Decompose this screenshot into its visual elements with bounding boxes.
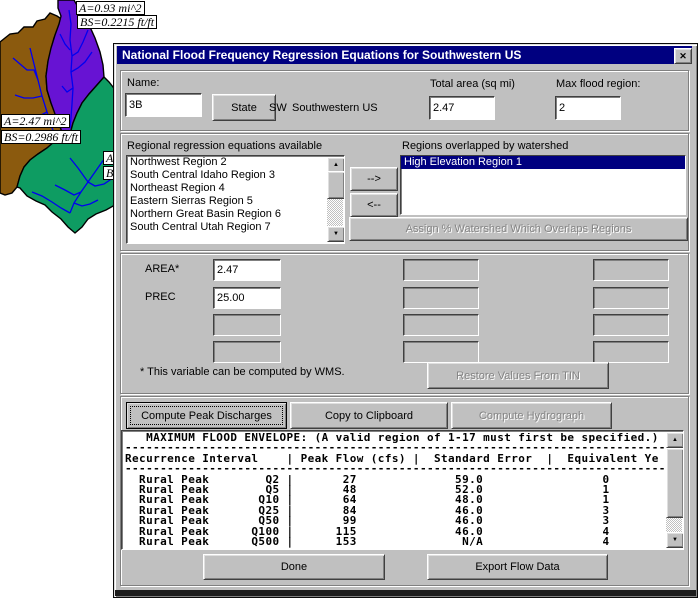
assign-percent-label: Assign % Watershed Which Overlaps Region… xyxy=(406,223,632,235)
output-scrollbar[interactable]: ▲ ▼ xyxy=(666,432,682,548)
name-input[interactable] xyxy=(125,93,202,117)
wms-note: * This variable can be computed by WMS. xyxy=(140,366,345,378)
flood-envelope-output[interactable]: MAXIMUM FLOOD ENVELOPE: (A valid region … xyxy=(121,430,684,550)
scrollbar-thumb[interactable] xyxy=(327,171,345,199)
screen: A=0.93 mi^2 BS=0.2215 ft/ft A=2.47 mi^2 … xyxy=(0,0,700,600)
max-flood-region-input[interactable] xyxy=(555,96,621,120)
empty-variable-field xyxy=(403,287,479,309)
move-right-button[interactable]: --> xyxy=(350,167,398,191)
name-label: Name: xyxy=(127,77,159,89)
scroll-down-icon[interactable]: ▼ xyxy=(666,532,684,548)
close-button[interactable]: ✕ xyxy=(674,48,692,64)
list-item-selected[interactable]: High Elevation Region 1 xyxy=(401,156,685,169)
move-left-button[interactable]: <-- xyxy=(350,193,398,217)
overlapped-regions-listbox[interactable]: High Elevation Region 1 xyxy=(400,155,686,215)
list-item[interactable]: Eastern Sierras Region 5 xyxy=(127,195,327,208)
title-bar[interactable]: National Flood Frequency Regression Equa… xyxy=(117,46,692,64)
state-code: SW xyxy=(269,102,287,114)
map-label-basin-area: A=2.47 mi^2 xyxy=(1,114,70,128)
nff-regression-dialog: National Flood Frequency Regression Equa… xyxy=(113,43,698,598)
scroll-up-glyph: ▲ xyxy=(672,437,678,443)
total-area-input[interactable] xyxy=(429,96,495,120)
scroll-down-icon[interactable]: ▼ xyxy=(327,226,345,242)
list-item[interactable]: Northern Great Basin Region 6 xyxy=(127,208,327,221)
available-regions-listbox[interactable]: Northwest Region 2 South Central Idaho R… xyxy=(126,155,345,244)
prec-variable-label: PREC xyxy=(145,291,176,303)
move-right-arrow-icon: --> xyxy=(367,173,381,185)
empty-variable-field xyxy=(403,259,479,281)
area-variable-label: AREA* xyxy=(145,263,179,275)
state-name: Southwestern US xyxy=(292,102,378,114)
scroll-down-glyph: ▼ xyxy=(333,231,339,237)
available-regions-label: Regional regression equations available xyxy=(127,140,322,152)
area-value-input[interactable] xyxy=(213,259,281,281)
dialog-bottom-border xyxy=(115,590,696,596)
list-item[interactable]: South Central Idaho Region 3 xyxy=(127,169,327,182)
state-button[interactable]: State xyxy=(212,94,276,121)
output-line: Rural Peak Q500 | 153 N/A 4 xyxy=(125,535,610,548)
done-label: Done xyxy=(281,561,307,573)
empty-variable-field xyxy=(403,314,479,336)
compute-peak-label: Compute Peak Discharges xyxy=(141,410,272,422)
empty-variable-field xyxy=(403,341,479,363)
dialog-title: National Flood Frequency Regression Equa… xyxy=(122,48,521,62)
map-label-upper-slope: BS=0.2215 ft/ft xyxy=(77,15,157,29)
list-item[interactable]: Northeast Region 4 xyxy=(127,182,327,195)
map-label-upper-area: A=0.93 mi^2 xyxy=(76,1,145,15)
compute-peak-discharges-button[interactable]: Compute Peak Discharges xyxy=(126,402,287,429)
prec-value-input[interactable] xyxy=(213,287,281,309)
compute-hydrograph-button[interactable]: Compute Hydrograph xyxy=(451,402,612,429)
available-regions-scrollbar[interactable]: ▲ ▼ xyxy=(327,157,343,242)
empty-variable-field xyxy=(593,259,669,281)
close-icon: ✕ xyxy=(679,51,687,62)
empty-variable-field xyxy=(213,341,281,363)
empty-variable-field xyxy=(213,314,281,336)
scrollbar-thumb[interactable] xyxy=(666,448,684,518)
scroll-up-icon[interactable]: ▲ xyxy=(666,432,684,448)
empty-variable-field xyxy=(593,314,669,336)
overlapped-regions-label: Regions overlapped by watershed xyxy=(402,140,568,152)
empty-variable-field xyxy=(593,341,669,363)
export-flow-label: Export Flow Data xyxy=(475,561,559,573)
list-item[interactable]: South Central Utah Region 7 xyxy=(127,221,327,234)
copy-clipboard-label: Copy to Clipboard xyxy=(325,410,413,422)
move-left-arrow-icon: <-- xyxy=(367,199,381,211)
map-label-basin-slope: BS=0.2986 ft/ft xyxy=(1,130,81,144)
scroll-up-glyph: ▲ xyxy=(333,162,339,168)
restore-values-button[interactable]: Restore Values From TIN xyxy=(427,362,609,389)
state-button-label: State xyxy=(231,102,257,114)
done-button[interactable]: Done xyxy=(203,554,385,580)
restore-values-label: Restore Values From TIN xyxy=(456,370,580,382)
assign-percent-button[interactable]: Assign % Watershed Which Overlaps Region… xyxy=(349,217,688,241)
copy-to-clipboard-button[interactable]: Copy to Clipboard xyxy=(290,402,448,429)
empty-variable-field xyxy=(593,287,669,309)
flood-envelope-text: MAXIMUM FLOOD ENVELOPE: (A valid region … xyxy=(125,433,665,549)
scroll-down-glyph: ▼ xyxy=(672,537,678,543)
list-item[interactable]: Northwest Region 2 xyxy=(127,156,327,169)
total-area-label: Total area (sq mi) xyxy=(430,78,515,90)
max-flood-region-label: Max flood region: xyxy=(556,78,640,90)
export-flow-data-button[interactable]: Export Flow Data xyxy=(427,554,608,580)
compute-hydrograph-label: Compute Hydrograph xyxy=(479,410,584,422)
